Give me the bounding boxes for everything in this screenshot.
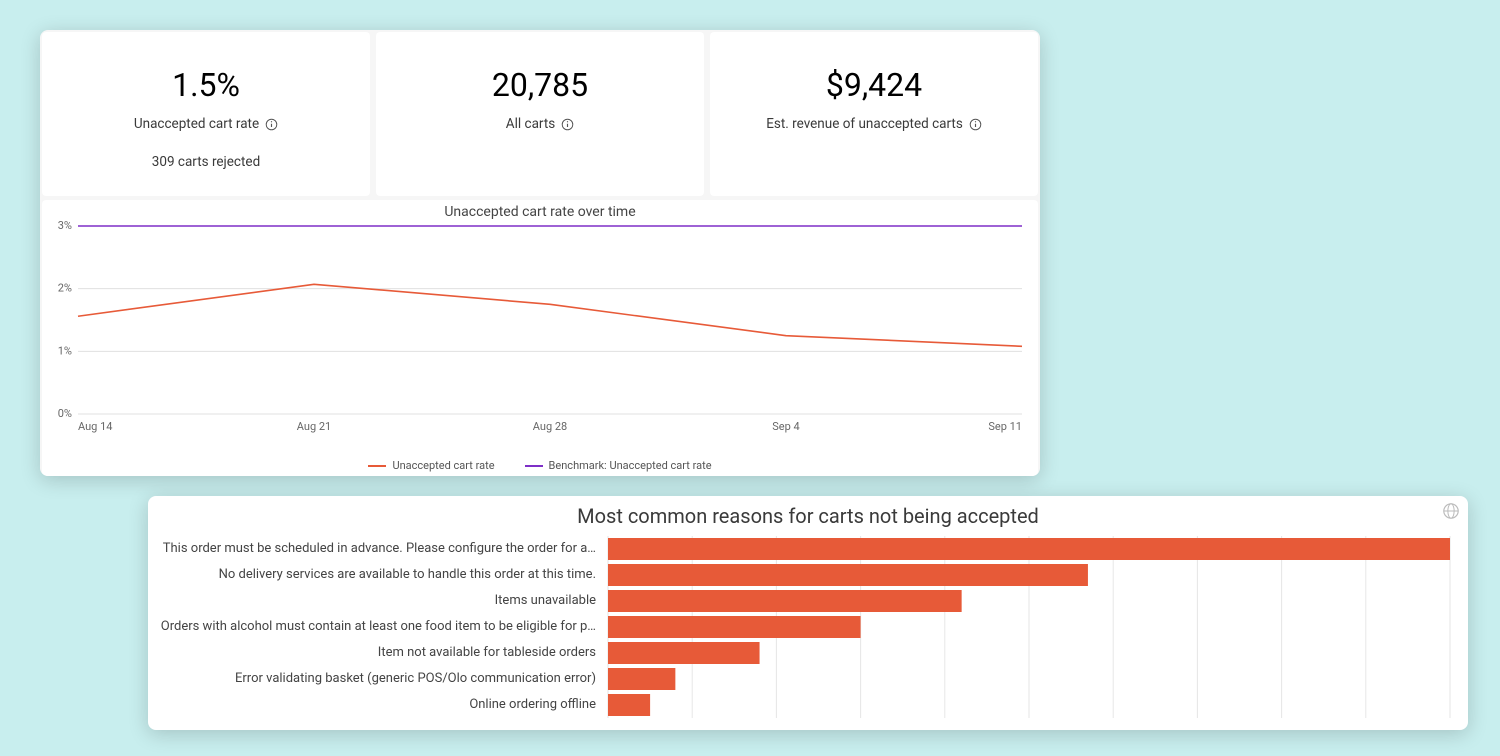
- kpi-est-revenue[interactable]: $9,424 Est. revenue of unaccepted carts: [710, 32, 1038, 196]
- globe-icon[interactable]: [1442, 502, 1460, 524]
- info-icon[interactable]: [561, 116, 574, 132]
- svg-text:0%: 0%: [58, 407, 72, 420]
- reasons-title: Most common reasons for carts not being …: [158, 504, 1458, 528]
- kpi-all-carts[interactable]: 20,785 All carts: [376, 32, 704, 196]
- svg-text:Sep 4: Sep 4: [772, 420, 799, 433]
- kpi-value: 20,785: [386, 66, 694, 104]
- svg-text:Sep 11: Sep 11: [988, 420, 1022, 433]
- line-chart: 0% 1% 2% 3% Aug 14 Aug 21 Aug 28 Sep 4 Sep 11: [48, 220, 1032, 440]
- svg-text:No delivery services are avail: No delivery services are available to ha…: [219, 567, 596, 582]
- svg-text:Items unavailable: Items unavailable: [495, 593, 596, 608]
- kpi-subtext: 309 carts rejected: [52, 154, 360, 170]
- kpi-row: 1.5% Unaccepted cart rate 309 carts reje…: [40, 30, 1040, 198]
- svg-text:Orders with alcohol must conta: Orders with alcohol must contain at leas…: [161, 619, 596, 634]
- legend-series1: Unaccepted cart rate: [392, 459, 494, 472]
- svg-text:Aug 28: Aug 28: [533, 420, 567, 433]
- svg-text:2%: 2%: [58, 282, 72, 295]
- line-chart-title: Unaccepted cart rate over time: [42, 200, 1038, 220]
- svg-text:Online ordering offline: Online ordering offline: [469, 697, 596, 712]
- top-dashboard-panel: 1.5% Unaccepted cart rate 309 carts reje…: [40, 30, 1040, 476]
- kpi-unaccepted-rate[interactable]: 1.5% Unaccepted cart rate 309 carts reje…: [42, 32, 370, 196]
- line-chart-card: Unaccepted cart rate over time 0% 1% 2% 3% A…: [42, 200, 1038, 476]
- legend-series2: Benchmark: Unaccepted cart rate: [549, 459, 712, 472]
- kpi-label: Unaccepted cart rate: [134, 116, 259, 132]
- svg-text:3%: 3%: [58, 220, 72, 232]
- reasons-panel: Most common reasons for carts not being …: [148, 496, 1468, 730]
- svg-text:This order must be scheduled i: This order must be scheduled in advance.…: [163, 541, 596, 556]
- info-icon[interactable]: [265, 116, 278, 132]
- svg-text:1%: 1%: [58, 344, 72, 357]
- kpi-value: $9,424: [720, 66, 1028, 104]
- svg-text:Aug 14: Aug 14: [78, 420, 112, 433]
- svg-text:Error validating basket (gener: Error validating basket (generic POS/Olo…: [235, 671, 596, 686]
- kpi-label: Est. revenue of unaccepted carts: [766, 116, 963, 132]
- info-icon[interactable]: [969, 116, 982, 132]
- svg-text:Aug 21: Aug 21: [297, 420, 331, 433]
- reasons-bar-chart: This order must be scheduled in advance.…: [158, 536, 1458, 724]
- svg-text:Item not available for tablesi: Item not available for tableside orders: [378, 645, 596, 660]
- line-chart-legend: Unaccepted cart rate Benchmark: Unaccept…: [42, 459, 1038, 472]
- kpi-label: All carts: [506, 116, 555, 132]
- kpi-value: 1.5%: [52, 66, 360, 104]
